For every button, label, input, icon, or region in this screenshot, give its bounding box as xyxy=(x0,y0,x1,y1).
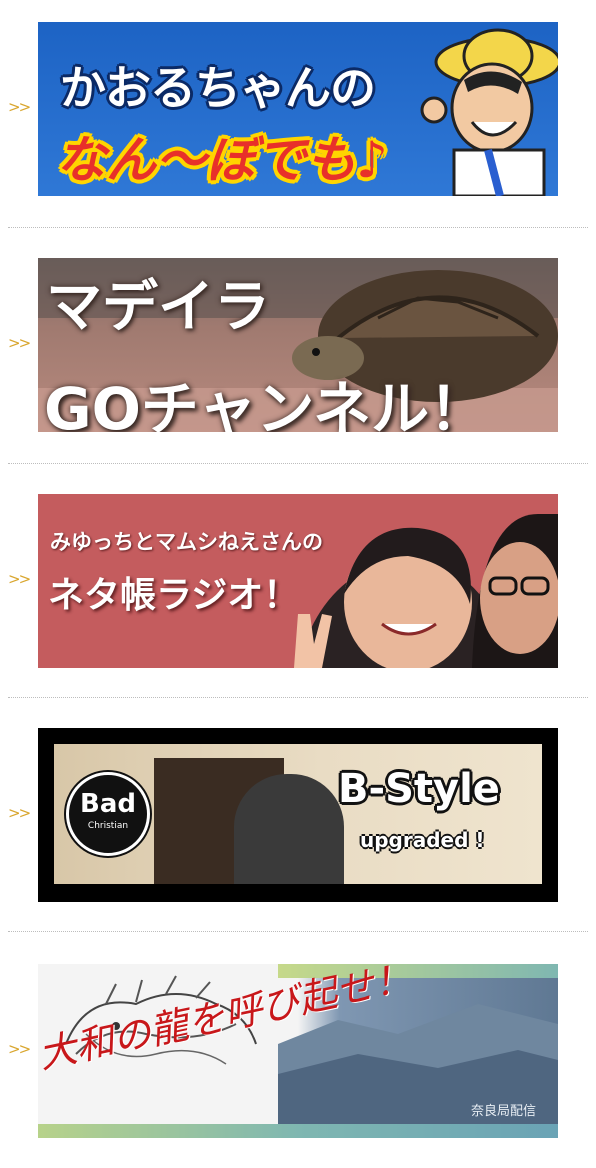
program-item-bstyle: >> Bad Christian B-Style upgraded ! xyxy=(0,728,596,904)
program-banner-netacho[interactable]: みゆっちとマムシねえさんの ネタ帳ラジオ！ xyxy=(38,494,558,668)
caricature-illustration xyxy=(420,28,558,196)
decorative-stripe xyxy=(38,1124,558,1138)
banner-title: B-Style xyxy=(338,766,500,812)
program-item-madeira: >> マデイラ GOチャンネル！ xyxy=(0,258,596,434)
double-chevron-right-icon: >> xyxy=(8,334,31,352)
banner-title-line2: なん〜ぼでも♪ xyxy=(56,131,388,189)
banner-subtitle: upgraded ! xyxy=(360,828,485,852)
broadcaster-mark: 奈良局配信 xyxy=(470,1104,536,1119)
program-banner-bstyle[interactable]: Bad Christian B-Style upgraded ! xyxy=(38,728,558,902)
bad-christian-logo: Bad Christian xyxy=(66,772,150,856)
double-chevron-right-icon: >> xyxy=(8,804,31,822)
program-banner-kaoru[interactable]: かおるちゃんの なん〜ぼでも♪ xyxy=(38,22,558,196)
banner-photo-frame: Bad Christian B-Style upgraded ! xyxy=(54,744,542,884)
divider xyxy=(8,931,588,932)
logo-text-christian: Christian xyxy=(87,821,129,831)
banner-title-line1: かおるちゃんの xyxy=(60,61,376,115)
divider xyxy=(8,463,588,464)
program-banner-yamato[interactable]: 大和の龍を呼び起せ！ 奈良局配信 xyxy=(38,964,558,1138)
program-item-netacho: >> みゆっちとマムシねえさんの ネタ帳ラジオ！ xyxy=(0,494,596,670)
host-silhouette xyxy=(234,774,344,884)
program-item-kaoru: >> かおるちゃんの なん〜ぼでも♪ xyxy=(0,22,596,198)
double-chevron-right-icon: >> xyxy=(8,1040,31,1058)
hosts-photo xyxy=(294,514,558,668)
program-item-yamato: >> 大和の龍を呼び起せ！ 奈良局配信 xyxy=(0,964,596,1140)
banner-title-line2: ネタ帳ラジオ！ xyxy=(48,575,300,616)
banner-title-line2: GOチャンネル！ xyxy=(44,375,488,432)
divider xyxy=(8,227,588,228)
divider xyxy=(8,697,588,698)
banner-title-line1: みゆっちとマムシねえさんの xyxy=(50,530,323,554)
double-chevron-right-icon: >> xyxy=(8,98,31,116)
program-banner-madeira[interactable]: マデイラ GOチャンネル！ xyxy=(38,258,558,432)
logo-text-bad: Bad xyxy=(80,789,136,819)
banner-title-line1: マデイラ xyxy=(46,275,270,340)
double-chevron-right-icon: >> xyxy=(8,570,31,588)
